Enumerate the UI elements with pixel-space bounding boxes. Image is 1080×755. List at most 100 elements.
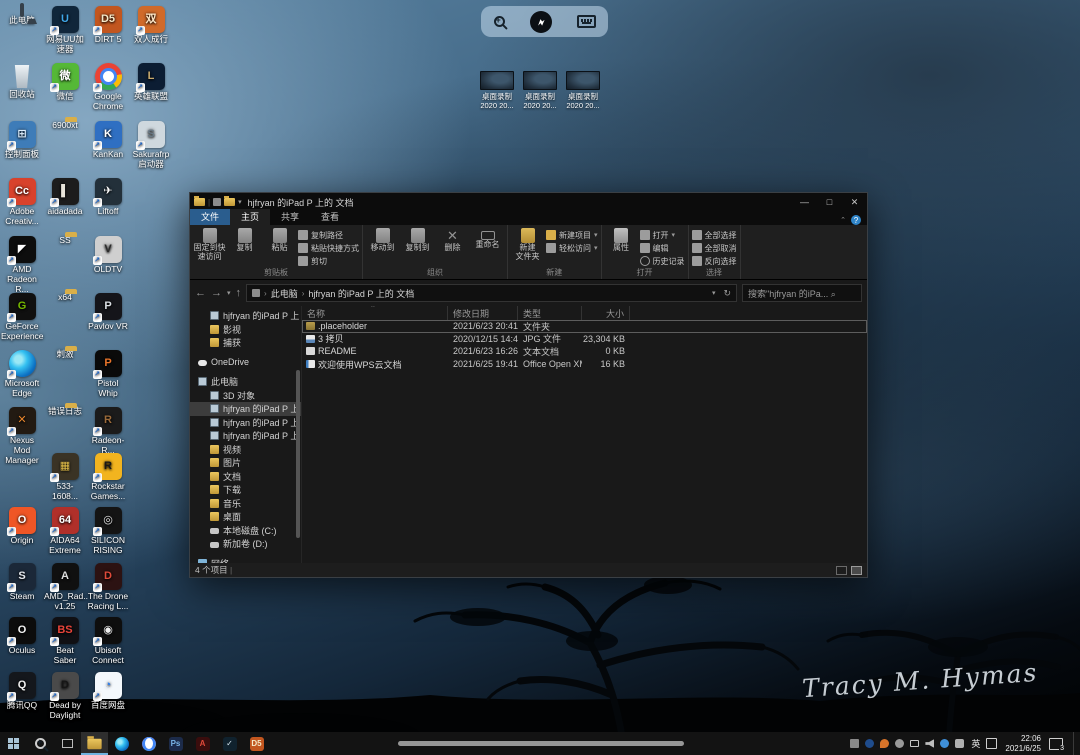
tab-view[interactable]: 查看: [310, 209, 350, 225]
desktop-icon-beat-saber[interactable]: BS↗Beat Saber: [44, 617, 86, 666]
tab-home[interactable]: 主页: [230, 209, 270, 225]
desktop-icon-origin[interactable]: O↗Origin: [1, 507, 43, 546]
desktop-icon-oculus[interactable]: O↗Oculus: [1, 617, 43, 656]
sidebar-item-hjfryan-的ipad-p-上[interactable]: hjfryan 的iPad P 上: [190, 429, 301, 443]
desktop-icon-双人成行[interactable]: 双↗双人成行: [130, 6, 172, 45]
ribbon-hist-button[interactable]: 历史记录: [640, 255, 685, 267]
desktop-icon-英雄联盟[interactable]: L↗英雄联盟: [130, 63, 172, 102]
desktop-icon-533-1608-[interactable]: ▦↗533-1608...: [44, 453, 86, 502]
ribbon-selnone-button[interactable]: 全部取消: [692, 242, 737, 254]
desktop-video-file[interactable]: 桌面录制 2020 20...: [563, 71, 603, 110]
desktop-icon-错误日志[interactable]: 错误日志: [44, 407, 86, 417]
ribbon-newfolder-button[interactable]: 新建 文件夹: [511, 227, 544, 262]
tray-uu-icon[interactable]: [864, 738, 875, 749]
ribbon-newitem-button[interactable]: 新建项目▾: [546, 229, 598, 241]
ribbon-pin-button[interactable]: 固定到快 速访问: [193, 227, 226, 262]
tray-steam-icon[interactable]: [894, 738, 905, 749]
desktop-icon-ss[interactable]: SS: [44, 236, 86, 246]
taskbar-dirt5-button[interactable]: D5: [243, 732, 270, 755]
desktop-video-file[interactable]: 桌面录制 2020 20...: [520, 71, 560, 110]
ribbon-cut-button[interactable]: 剪切: [298, 255, 359, 267]
sidebar-item-hjfryan-的ipad-p-上[interactable]: hjfryan 的iPad P 上^: [190, 309, 301, 323]
new-folder-qat-icon[interactable]: [224, 198, 235, 206]
ribbon-copy-button[interactable]: 复制: [228, 227, 261, 253]
ribbon-open-button[interactable]: 打开▾: [640, 229, 685, 241]
taskbar-check-app-button[interactable]: ✓: [216, 732, 243, 755]
desktop-icon-adobe-creativ-[interactable]: Cc↗Adobe Creativ...: [1, 178, 43, 227]
desktop-icon-dead-by-daylight[interactable]: D↗Dead by Daylight: [44, 672, 86, 721]
recent-locations-icon[interactable]: ▾: [227, 289, 231, 297]
column-header-type[interactable]: 类型: [518, 306, 582, 320]
desktop-icon-sakurafrp-启动器[interactable]: S↗Sakurafrp 启动器: [130, 121, 172, 170]
help-icon[interactable]: ?: [851, 215, 861, 225]
qat-dropdown-icon[interactable]: ▾: [238, 198, 242, 206]
taskbar-chrome-button[interactable]: [135, 732, 162, 755]
breadcrumb-folder[interactable]: hjfryan 的iPad P 上的 文档: [308, 287, 414, 300]
ribbon-ren-button[interactable]: 重命名: [471, 227, 504, 250]
sidebar-item-网络[interactable]: 网络: [190, 557, 301, 564]
tray-display-icon[interactable]: [909, 738, 920, 749]
breadcrumb-this-pc[interactable]: 此电脑: [271, 287, 298, 300]
tab-share[interactable]: 共享: [270, 209, 310, 225]
touch-keyboard-icon[interactable]: [986, 738, 997, 749]
sidebar-item-下载[interactable]: 下载: [190, 483, 301, 497]
taskbar-adobe-button[interactable]: A: [189, 732, 216, 755]
sidebar-item-3d-对象[interactable]: 3D 对象: [190, 389, 301, 403]
maximize-button[interactable]: □: [817, 193, 842, 211]
ribbon-selall-button[interactable]: 全部选择: [692, 229, 737, 241]
tray-key-icon[interactable]: [954, 738, 965, 749]
ribbon-move-button[interactable]: 移动到: [366, 227, 399, 253]
sidebar-item-hjfryan-的ipad-p-上[interactable]: hjfryan 的iPad P 上: [190, 402, 301, 416]
desktop-icon-the-drone-racing-l-[interactable]: D↗The Drone Racing L...: [87, 563, 129, 612]
ribbon-props-button[interactable]: 属性: [605, 227, 638, 253]
desktop-icon-控制面板[interactable]: ⊞↗控制面板: [1, 121, 43, 160]
ribbon-copyto-button[interactable]: 复制到: [401, 227, 434, 253]
desktop-icon-百度网盘[interactable]: ◔↗百度网盘: [87, 672, 129, 711]
desktop-icon-aidadada[interactable]: ▌↗aidadada: [44, 178, 86, 217]
task-view-button[interactable]: [54, 732, 81, 755]
up-icon[interactable]: ↑: [236, 287, 242, 299]
ime-language-indicator[interactable]: 英: [969, 737, 982, 750]
file-row[interactable]: 3 拷贝2020/12/15 14:45JPG 文件23,304 KB: [302, 333, 867, 346]
home-indicator-bar[interactable]: [398, 741, 684, 746]
desktop-icon-liftoff[interactable]: ✈↗Liftoff: [87, 178, 129, 217]
sidebar-item-onedrive[interactable]: OneDrive: [190, 356, 301, 370]
desktop-video-file[interactable]: 桌面录制 2020 20...: [477, 71, 517, 110]
desktop-icon-google-chrome[interactable]: ↗Google Chrome: [87, 63, 129, 112]
desktop-icon-微信[interactable]: 微↗微信: [44, 63, 86, 102]
refresh-icon[interactable]: ↻: [723, 288, 731, 299]
taskbar-explorer-button[interactable]: [81, 732, 108, 755]
sidebar-item-影视[interactable]: 影视: [190, 323, 301, 337]
show-desktop-button[interactable]: [1073, 732, 1077, 755]
taskbar-photoshop-button[interactable]: Ps: [162, 732, 189, 755]
sidebar-item-桌面[interactable]: 桌面: [190, 510, 301, 524]
keyboard-icon[interactable]: [577, 15, 596, 28]
sidebar-item-新加卷-d-[interactable]: 新加卷 (D:): [190, 537, 301, 551]
desktop-icon-6900xt[interactable]: 6900xt: [44, 121, 86, 131]
forward-icon[interactable]: →: [211, 287, 222, 299]
sidebar-item-视频[interactable]: 视频: [190, 443, 301, 457]
remote-app-icon[interactable]: [530, 11, 552, 33]
desktop-icon-microsoft-edge[interactable]: ↗Microsoft Edge: [1, 350, 43, 399]
desktop-icon-geforce-experience[interactable]: G↗GeForce Experience: [1, 293, 43, 342]
desktop-icon-pistol-whip[interactable]: P↗Pistol Whip: [87, 350, 129, 399]
ribbon-edit-button[interactable]: 编辑: [640, 242, 685, 254]
taskbar-edge-button[interactable]: [108, 732, 135, 755]
sidebar-item-捕获[interactable]: 捕获: [190, 336, 301, 350]
desktop-icon-腾讯qq[interactable]: Q↗腾讯QQ: [1, 672, 43, 711]
properties-qat-icon[interactable]: [213, 198, 221, 206]
sidebar-item-hjfryan-的ipad-p-上[interactable]: hjfryan 的iPad P 上: [190, 416, 301, 430]
ribbon-easy-button[interactable]: 轻松访问▾: [546, 242, 598, 254]
ribbon-selinv-button[interactable]: 反向选择: [692, 255, 737, 267]
desktop-icon-ubisoft-connect[interactable]: ◉↗Ubisoft Connect: [87, 617, 129, 666]
desktop-icon-silicon-rising[interactable]: ◎↗SILICON RISING: [87, 507, 129, 556]
tab-file[interactable]: 文件: [190, 209, 230, 225]
details-view-icon[interactable]: [836, 566, 847, 575]
zoom-in-icon[interactable]: [494, 16, 505, 27]
sidebar-item-图片[interactable]: 图片: [190, 456, 301, 470]
sidebar-scrollbar[interactable]: [296, 370, 300, 538]
ribbon-shortcut-button[interactable]: 粘贴快捷方式: [298, 242, 359, 254]
search-input[interactable]: 搜索"hjfryan 的iPa... ⌕: [742, 284, 862, 302]
tray-swoosh-icon[interactable]: [939, 738, 950, 749]
sidebar-item-本地磁盘-c-[interactable]: 本地磁盘 (C:): [190, 524, 301, 538]
